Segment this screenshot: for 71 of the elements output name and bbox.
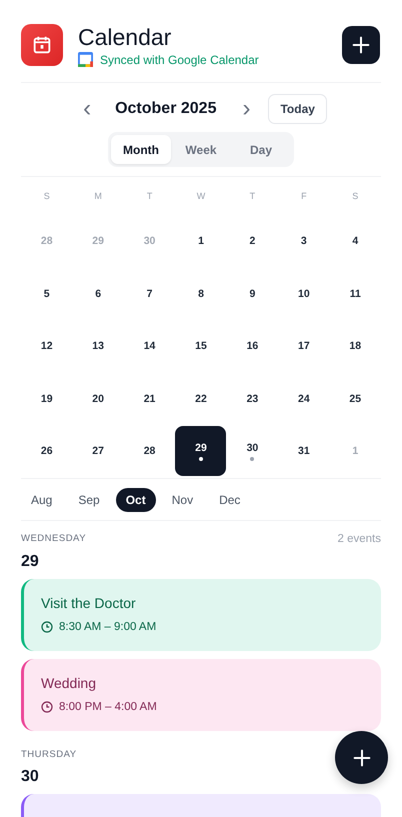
weekday-label: W [196, 191, 206, 201]
plus-icon [350, 34, 372, 56]
weekday-label: T [248, 191, 256, 201]
day-cell[interactable]: 15 [175, 321, 226, 372]
app-title: Calendar [78, 23, 172, 51]
event-time: 8:00 PM – 4:00 AM [59, 700, 157, 712]
clock-icon [41, 620, 53, 632]
event-count: 2 events [338, 532, 381, 544]
day-cell[interactable]: 30 [226, 426, 278, 476]
weekday-label: M [93, 191, 103, 201]
event-time: 8:30 AM – 9:00 AM [59, 620, 156, 632]
weekday-label: S [42, 191, 51, 201]
month-title: October 2025 [115, 100, 216, 118]
day-cell[interactable]: 17 [278, 321, 330, 372]
clock-icon [41, 700, 53, 712]
date-number: 29 [21, 552, 40, 570]
event-title: Wedding [41, 674, 98, 690]
day-cell[interactable]: 18 [330, 321, 381, 372]
day-cell[interactable]: 8 [175, 268, 226, 319]
day-cell[interactable]: 1 [175, 216, 226, 266]
day-cell[interactable]: 26 [21, 426, 72, 476]
view-tab[interactable]: Month [111, 135, 171, 164]
day-cell[interactable]: 25 [330, 374, 381, 424]
day-cell[interactable]: 31 [278, 426, 330, 476]
day-cell[interactable]: 27 [72, 426, 124, 476]
month-chip[interactable]: Oct [116, 488, 156, 512]
day-cell[interactable]: 23 [226, 374, 278, 424]
view-tab[interactable]: Day [231, 135, 291, 164]
day-cell[interactable]: 16 [226, 321, 278, 372]
calendar-app-icon [21, 24, 63, 66]
sync-status: Synced with Google Calendar [100, 52, 259, 66]
next-month-button[interactable]: › [234, 97, 258, 121]
day-cell[interactable]: 10 [278, 268, 330, 319]
day-cell[interactable]: 7 [124, 268, 176, 319]
selected-day[interactable]: 29 [175, 426, 226, 476]
google-calendar-icon [78, 52, 93, 67]
day-cell[interactable]: 20 [72, 374, 124, 424]
today-button[interactable]: Today [268, 94, 327, 124]
weekday-label: F [300, 191, 308, 201]
plus-icon [350, 746, 372, 768]
day-cell[interactable]: 19 [21, 374, 72, 424]
day-cell[interactable]: 2 [226, 216, 278, 266]
day-cell[interactable]: 13 [72, 321, 124, 372]
day-cell[interactable]: 28 [124, 426, 176, 476]
day-cell[interactable]: 3 [278, 216, 330, 266]
month-chip[interactable]: Aug [21, 488, 62, 512]
weekday-heading: THURSDAY [21, 748, 77, 760]
previous-month-button[interactable]: ‹ [75, 97, 100, 121]
day-cell[interactable]: 5 [21, 268, 72, 319]
day-cell[interactable]: 22 [175, 374, 226, 424]
weekday-label: S [351, 191, 360, 201]
month-chip[interactable]: Nov [162, 488, 204, 512]
floating-add-button[interactable] [335, 731, 388, 784]
day-cell[interactable]: 11 [330, 268, 381, 319]
weekday-label: T [146, 191, 154, 201]
date-number: 30 [21, 768, 40, 786]
day-cell[interactable]: 12 [21, 321, 72, 372]
day-cell[interactable]: 4 [330, 216, 381, 266]
month-chip[interactable]: Sep [68, 488, 110, 512]
month-chip[interactable]: Dec [209, 488, 250, 512]
day-cell[interactable]: 24 [278, 374, 330, 424]
add-button[interactable] [342, 26, 380, 64]
event-title: Visit the Doctor [41, 594, 137, 610]
event-card[interactable]: Wedding 8:00 PM – 4:00 AM [21, 658, 381, 730]
day-cell[interactable]: 6 [72, 268, 124, 319]
event-card[interactable]: Visit the Doctor 8:30 AM – 9:00 AM [21, 578, 381, 650]
weekday-heading: WEDNESDAY [21, 532, 86, 544]
day-cell[interactable]: 21 [124, 374, 176, 424]
day-cell[interactable]: 14 [124, 321, 176, 372]
day-cell[interactable]: 9 [226, 268, 278, 319]
view-tab[interactable]: Week [171, 135, 231, 164]
